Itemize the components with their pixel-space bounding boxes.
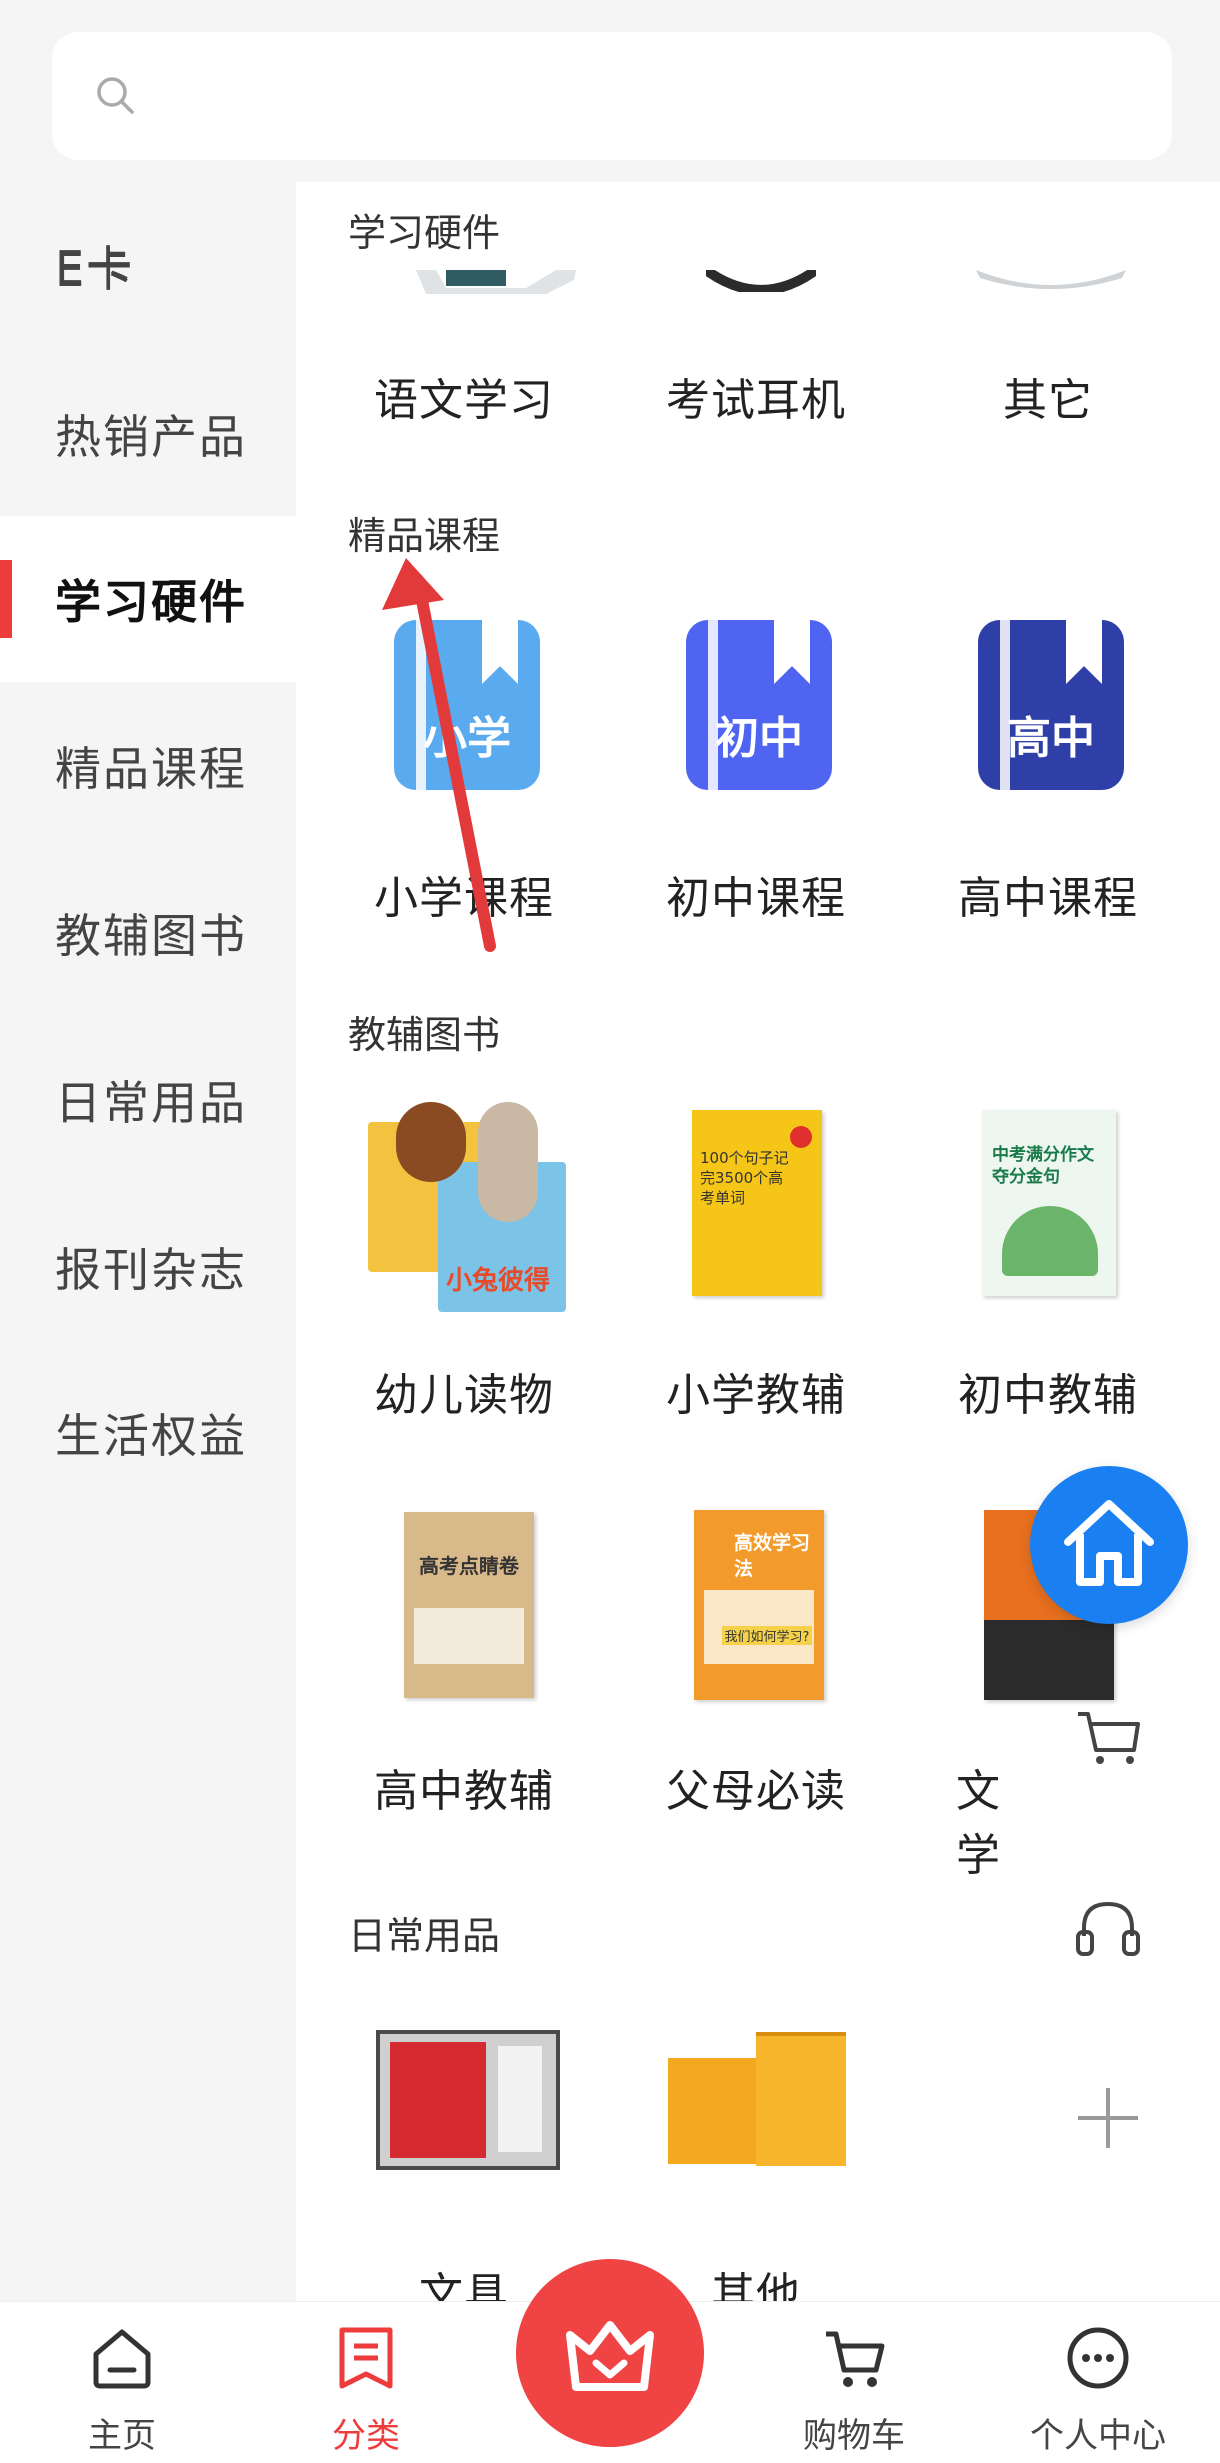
item-label[interactable]: 高中教辅 <box>318 1755 610 1819</box>
course-icon-text: 小学 <box>423 713 511 764</box>
bookmark-icon <box>482 620 518 684</box>
category-content: 学习硬件 语文学习 考试耳机 其它 精品课程 小学 初中 高中 小学课程 初中课… <box>296 182 1220 2301</box>
item-label[interactable]: 考试耳机 <box>610 364 902 428</box>
sidebar-item-life-benefits[interactable]: 生活权益 <box>0 1350 296 1516</box>
headset-icon[interactable] <box>1068 1890 1148 1970</box>
section-title-books: 教辅图书 <box>348 1013 501 1057</box>
course-high-icon[interactable]: 高中 <box>978 620 1124 790</box>
item-label[interactable]: 语文学习 <box>318 364 610 428</box>
bookmark-icon <box>1066 620 1102 684</box>
item-label[interactable]: 父母必读 <box>610 1755 902 1819</box>
hardware-thumb-chinese[interactable] <box>406 270 586 296</box>
nav-home[interactable]: 主页 <box>22 2302 222 2463</box>
book-badge <box>790 1126 812 1148</box>
book-cover-panel <box>414 1608 524 1664</box>
nav-label: 购物车 <box>803 2416 905 2456</box>
rabbit-toy <box>478 1102 538 1222</box>
book-cover-title: 100个句子记完3500个高考单词 <box>700 1149 789 1207</box>
hardware-thumb-other[interactable] <box>976 270 1126 292</box>
item-label[interactable]: 小学教辅 <box>610 1359 902 1423</box>
nav-label: 个人中心 <box>1030 2416 1166 2456</box>
home-icon <box>1064 1500 1154 1586</box>
book-cover-title: 高考点睛卷 <box>419 1554 519 1578</box>
book-thumb-middle[interactable]: 中考满分作文夺分金句 <box>982 1110 1116 1296</box>
item-label[interactable]: 初中课程 <box>610 862 902 926</box>
sidebar-item-hot-products[interactable]: 热销产品 <box>0 351 296 517</box>
search-input[interactable] <box>162 32 1152 160</box>
section-title-courses: 精品课程 <box>348 514 501 558</box>
item-label[interactable]: 高中课程 <box>902 862 1194 926</box>
cart-icon[interactable] <box>1068 1696 1148 1776</box>
sidebar-item-label: 教辅图书 <box>55 909 247 963</box>
pen-box-illustration <box>498 2046 542 2152</box>
search-box[interactable] <box>52 32 1172 160</box>
category-icon <box>339 2327 393 2389</box>
book-thumb-high[interactable]: 高考点睛卷 <box>404 1512 534 1698</box>
profile-icon <box>1067 2327 1129 2389</box>
sidebar-item-learning-hardware[interactable]: 学习硬件 <box>0 516 296 682</box>
item-label[interactable]: 其它 <box>902 364 1194 428</box>
cart-icon <box>826 2331 885 2387</box>
sidebar-item-label: 日常用品 <box>55 1076 247 1130</box>
sidebar-item-label: 生活权益 <box>55 1409 247 1463</box>
sidebar-item-label: 精品课程 <box>55 742 247 796</box>
bookmark-icon <box>774 620 810 684</box>
section-title-hardware: 学习硬件 <box>348 211 501 255</box>
book-cover-title: 中考满分作文夺分金句 <box>992 1145 1094 1187</box>
course-middle-icon[interactable]: 初中 <box>686 620 832 790</box>
daily-thumb-stationery[interactable] <box>376 2030 560 2170</box>
sidebar-item-magazines[interactable]: 报刊杂志 <box>0 1184 296 1350</box>
gift-bag-illustration <box>756 2032 846 2166</box>
home-outline-icon <box>93 2329 151 2389</box>
search-icon <box>97 77 134 114</box>
nav-profile[interactable]: 个人中心 <box>998 2302 1198 2463</box>
daily-thumb-other[interactable] <box>668 2012 852 2172</box>
sidebar-item-label: 学习硬件 <box>55 575 247 629</box>
sidebar-item-label: E卡 <box>55 243 135 297</box>
nav-category[interactable]: 分类 <box>266 2302 466 2463</box>
item-label[interactable]: 文学 <box>902 1755 1042 1883</box>
plus-icon[interactable] <box>1068 2078 1148 2158</box>
nav-label: 分类 <box>332 2416 400 2456</box>
book-cover-title: 高效学习法 <box>734 1532 811 1580</box>
sidebar-item-books[interactable]: 教辅图书 <box>0 850 296 1016</box>
item-label[interactable]: 初中教辅 <box>902 1359 1194 1423</box>
hardware-thumb-headphones[interactable] <box>706 270 816 292</box>
course-icon-text: 初中 <box>715 713 803 764</box>
book-cover-subtitle: 我们如何学习? <box>722 1626 812 1645</box>
sidebar-item-ecard[interactable]: E卡 <box>0 184 296 350</box>
willow-illustration <box>1002 1206 1098 1276</box>
crown-basket-icon <box>566 2321 654 2391</box>
notebook-illustration <box>390 2042 486 2158</box>
nav-cart[interactable]: 购物车 <box>754 2302 954 2463</box>
book-thumb-kids[interactable]: 小兔彼得 <box>368 1102 568 1312</box>
sidebar-item-courses[interactable]: 精品课程 <box>0 683 296 849</box>
float-home-button[interactable] <box>1030 1466 1188 1624</box>
sidebar-item-label: 报刊杂志 <box>55 1243 247 1297</box>
item-label[interactable]: 幼儿读物 <box>318 1359 610 1423</box>
sidebar-item-daily[interactable]: 日常用品 <box>0 1017 296 1183</box>
book-thumb-parents[interactable]: 高效学习法 我们如何学习? <box>694 1510 824 1700</box>
course-primary-icon[interactable]: 小学 <box>394 620 540 790</box>
item-label[interactable]: 小学课程 <box>318 862 610 926</box>
nav-label: 主页 <box>88 2416 156 2456</box>
book-thumb-primary[interactable]: 100个句子记完3500个高考单词 <box>692 1110 822 1296</box>
course-icon-text: 高中 <box>1007 713 1095 764</box>
sidebar-item-label: 热销产品 <box>55 410 247 464</box>
bear-toy <box>396 1102 466 1182</box>
section-title-daily: 日常用品 <box>348 1914 501 1958</box>
top-bar <box>0 0 1220 182</box>
book-cover-title: 小兔彼得 <box>446 1266 551 1296</box>
center-shop-button[interactable] <box>516 2259 704 2447</box>
